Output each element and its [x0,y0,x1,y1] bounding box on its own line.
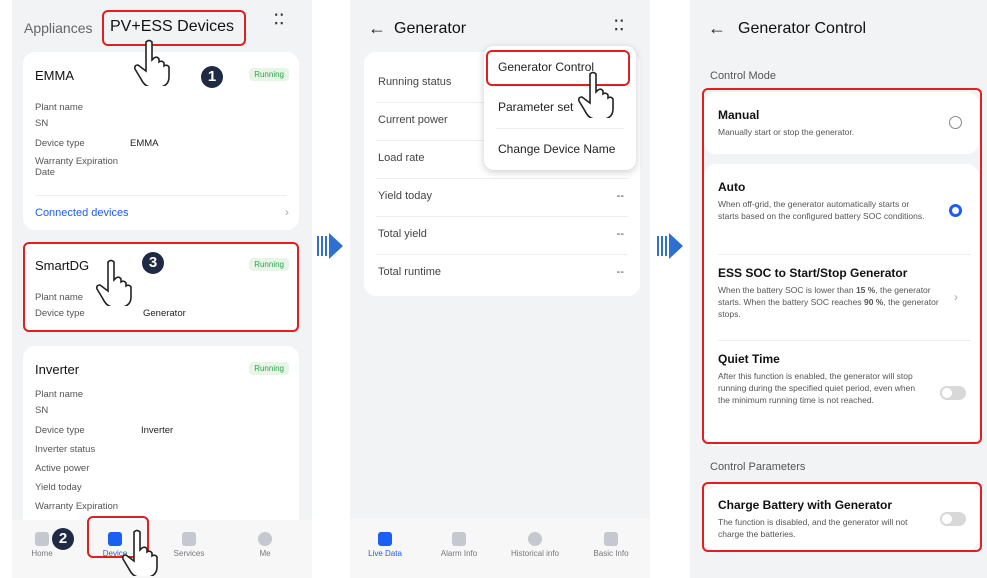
nav-services[interactable]: Services [164,532,214,558]
inverter-type-label: Device type [35,425,85,436]
nav-alarm-info-label: Alarm Info [440,549,478,558]
nav-basic-info[interactable]: Basic Info [586,532,636,558]
section-control-parameters: Control Parameters [710,461,806,473]
services-icon [182,532,196,546]
row-label: Yield today [378,190,433,202]
row-label: Running status [378,76,452,88]
emma-type-value: EMMA [130,138,159,149]
status-badge: Running [249,68,289,81]
list-item: Total yield -- [376,216,628,255]
info-icon [604,532,618,546]
row-value: -- [616,190,624,202]
history-icon [528,532,542,546]
inverter-card[interactable]: Inverter Running Plant name SN Device ty… [23,346,299,536]
status-badge: Running [249,362,289,375]
page-title: Generator [394,20,467,37]
me-icon [258,532,272,546]
row-label: Total yield [378,228,427,240]
back-arrow-icon[interactable]: ← [368,18,386,39]
more-menu-icon[interactable]: ⁚⁚ [274,12,285,26]
alarm-icon [452,532,466,546]
pointing-hand-icon [134,39,170,86]
emma-sn-label: SN [35,118,49,129]
home-icon [35,532,49,546]
arrow-right-icon [657,233,685,259]
emma-warranty-label: Warranty Expiration Date [35,156,119,178]
nav-historical-info[interactable]: Historical info [510,532,560,558]
page-title: Generator Control [738,20,867,37]
nav-alarm-info[interactable]: Alarm Info [434,532,484,558]
step-1-marker: 1 [201,66,223,88]
list-item: Yield today -- [376,178,628,217]
nav-home-label: Home [31,549,53,558]
inverter-yield-today-label: Yield today [35,482,82,493]
pointing-hand-icon [578,71,614,118]
generator-control-screen: ← Generator Control Control Mode Manual … [690,0,987,578]
more-menu-icon[interactable]: ⁚⁚ [614,18,625,32]
step-3-marker: 3 [142,252,164,274]
nav-live-data-label: Live Data [368,549,402,558]
inverter-status-label: Inverter status [35,444,96,455]
highlight-control-mode [702,88,982,444]
step-2-marker: 2 [52,528,74,550]
highlight-pv-ess-tab [102,10,246,46]
bottom-nav: Live Data Alarm Info Historical info Bas… [350,518,650,578]
emma-type-label: Device type [35,138,85,149]
tab-appliances[interactable]: Appliances [24,20,93,36]
nav-me-label: Me [259,549,271,558]
chevron-right-icon: › [285,205,289,219]
inverter-sn-label: SN [35,405,49,416]
nav-services-label: Services [173,549,205,558]
row-label: Total runtime [378,266,441,278]
inverter-plant-label: Plant name [35,389,84,400]
highlight-charge-battery [702,482,982,552]
row-label: Current power [378,114,448,126]
row-value: -- [616,266,624,278]
device-list-screen: Appliances PV+ESS Devices ⁚⁚ EMMA Runnin… [12,0,312,578]
nav-me[interactable]: Me [240,532,290,558]
row-value: -- [616,228,624,240]
connected-devices-link[interactable]: Connected devices [35,207,129,219]
inverter-type-value: Inverter [141,425,174,436]
inverter-name: Inverter [35,362,80,377]
live-data-icon [378,532,392,546]
nav-basic-info-label: Basic Info [593,549,629,558]
emma-plant-label: Plant name [35,102,84,113]
arrow-right-icon [317,233,345,259]
pointing-hand-icon [96,259,132,306]
inverter-warranty-label: Warranty Expiration [35,501,119,512]
emma-name: EMMA [35,68,74,83]
menu-change-device-name[interactable]: Change Device Name [484,142,636,156]
row-label: Load rate [378,152,425,164]
list-item: Total runtime -- [376,254,628,292]
pointing-hand-icon [122,529,158,576]
back-arrow-icon[interactable]: ← [708,18,726,39]
generator-screen: ← Generator ⁚⁚ Running status Current po… [350,0,650,578]
section-control-mode: Control Mode [710,70,777,82]
nav-historical-info-label: Historical info [510,549,559,558]
inverter-active-power-label: Active power [35,463,90,474]
nav-live-data[interactable]: Live Data [360,532,410,558]
